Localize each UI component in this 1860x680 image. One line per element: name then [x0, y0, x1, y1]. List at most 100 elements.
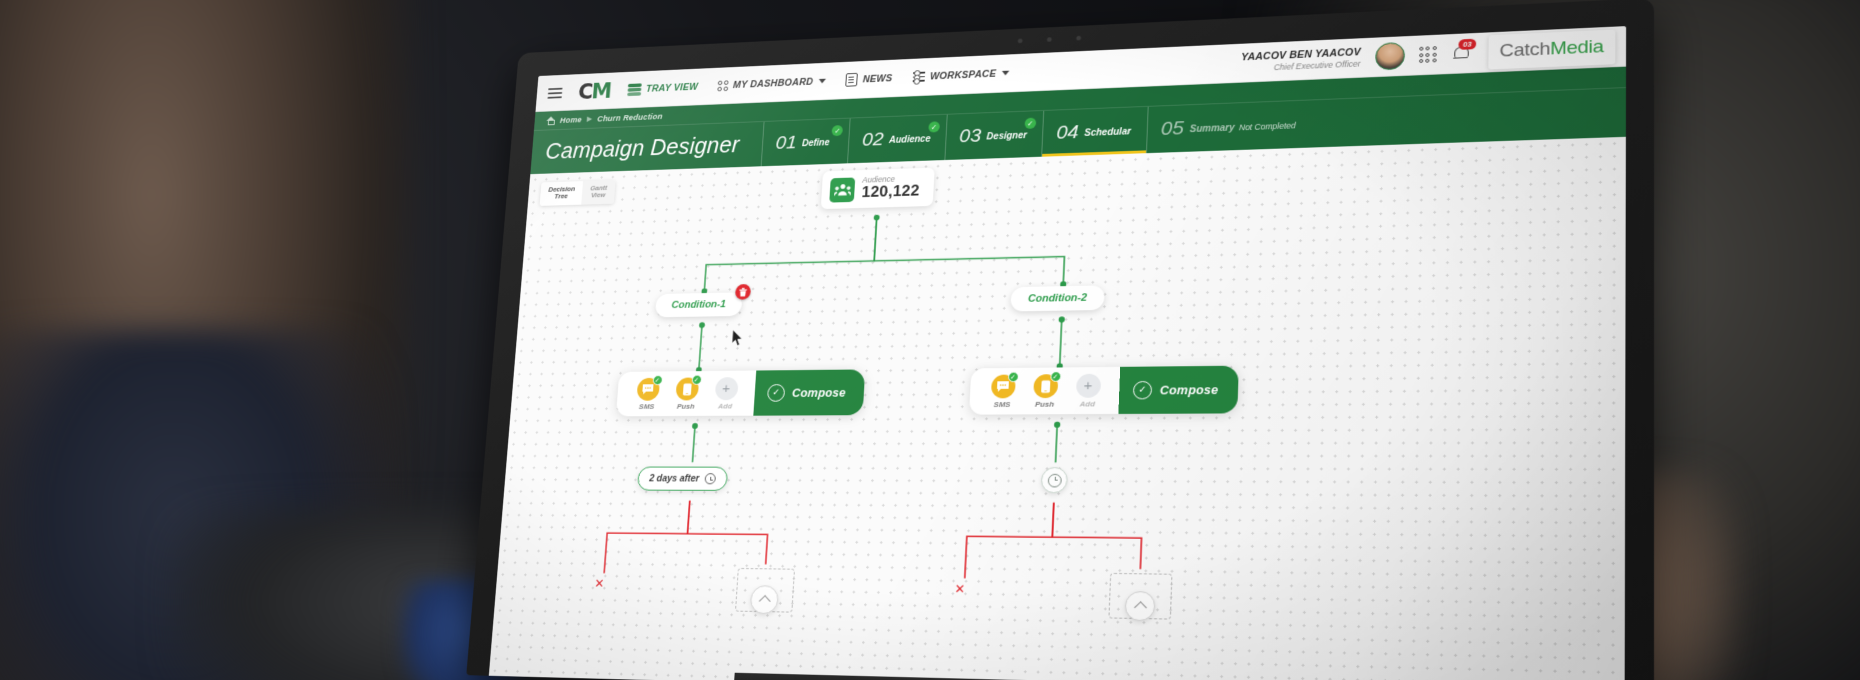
wire-channels1-to-delay	[692, 426, 695, 462]
audience-group-icon	[829, 177, 856, 203]
news-doc-icon	[845, 72, 858, 87]
delete-condition-icon[interactable]	[734, 284, 752, 300]
step-complete-check-icon: ✓	[831, 125, 844, 137]
delay-node-1[interactable]: 2 days after	[636, 466, 728, 491]
wire-dot	[1058, 316, 1065, 323]
sms-chat-icon: ✓	[635, 375, 663, 401]
user-profile[interactable]: YAACOV BEN YAACOV Chief Executive Office…	[1241, 46, 1361, 73]
step-text: Audience	[889, 130, 931, 148]
step-text: Schedular	[1084, 122, 1131, 141]
mouse-pointer-cursor	[731, 329, 745, 347]
compose-button-2[interactable]: ✓ Compose	[1118, 365, 1240, 414]
compose-button-1[interactable]: ✓ Compose	[753, 369, 866, 416]
hamburger-menu-icon[interactable]	[545, 84, 566, 102]
sms-chat-icon: ✓	[990, 371, 1019, 399]
condition-node-1[interactable]: Condition-1	[654, 292, 743, 318]
step-schedular[interactable]: 04 Schedular	[1041, 106, 1148, 157]
branch-x-icon: ✕	[954, 582, 966, 598]
wire-dot	[1053, 421, 1061, 428]
decision-tree-canvas[interactable]: Decision Tree Gantt View Audience 120,12…	[488, 136, 1626, 680]
channel-chip-add[interactable]: + Add	[707, 377, 745, 410]
page-title: Campaign Designer	[544, 132, 741, 164]
laptop-screen: CM TRAY VIEW MY DASHBOARD NEWS WORKSPACE	[488, 26, 1627, 680]
logo-letter-m: M	[590, 78, 612, 104]
chip-check-icon: ✓	[1049, 371, 1061, 382]
toggle-line-2: Tree	[554, 192, 569, 201]
chip-check-icon: ✓	[652, 375, 663, 386]
view-toggle-gantt-view[interactable]: Gantt View	[581, 179, 616, 205]
condition-node-2-wrapper: Condition-2	[1010, 285, 1105, 312]
channel-chip-push[interactable]: ✓ Push	[1025, 371, 1065, 409]
channel-chip-add[interactable]: + Add	[1068, 373, 1109, 409]
logo-text-media: Media	[1550, 36, 1604, 59]
step-complete-check-icon: ✓	[1024, 117, 1037, 129]
channel-chip-sms[interactable]: ✓ SMS	[629, 375, 667, 411]
nav-item-workspace[interactable]: WORKSPACE	[908, 65, 1013, 86]
channel-chip-sms[interactable]: ✓ SMS	[983, 371, 1023, 409]
clock-icon	[1047, 473, 1062, 487]
step-summary[interactable]: 05 Summary Not Completed	[1145, 100, 1313, 154]
step-sublabel: Not Completed	[1238, 120, 1296, 133]
catchmedia-cm-logo[interactable]: CM	[576, 78, 613, 104]
channel-group-1: ✓ SMS ✓ Push + Add ✓ Compose	[615, 369, 866, 417]
nav-item-news[interactable]: NEWS	[841, 68, 896, 89]
logo-text-catch: Catch	[1499, 38, 1551, 61]
delay-node-2[interactable]	[1040, 467, 1069, 494]
nav-item-my-dashboard[interactable]: MY DASHBOARD	[713, 73, 830, 94]
wire-delay2-positive	[1051, 503, 1143, 569]
step-number: 02	[861, 128, 885, 151]
plus-icon: +	[1075, 373, 1101, 398]
clock-icon	[704, 473, 716, 485]
nav-item-tray-view[interactable]: TRAY VIEW	[623, 78, 702, 99]
condition-node-2[interactable]: Condition-2	[1010, 285, 1105, 312]
branch-negative-2: ✕	[954, 581, 965, 599]
step-define[interactable]: 01 Define ✓	[761, 118, 851, 167]
audience-node[interactable]: Audience 120,122	[820, 167, 935, 210]
breadcrumb-home[interactable]: Home	[560, 115, 583, 125]
wire-dot	[873, 214, 880, 221]
channel-chips-1: ✓ SMS ✓ Push + Add	[615, 370, 757, 417]
channel-chips-2: ✓ SMS ✓ Push + Add	[969, 366, 1121, 415]
compose-label: Compose	[791, 385, 847, 400]
compose-label: Compose	[1159, 382, 1219, 397]
push-phone-icon: ✓	[1032, 371, 1061, 399]
camera-sensor	[1076, 35, 1082, 41]
chevron-down-icon	[1001, 70, 1010, 76]
channel-chip-label: Add	[1079, 399, 1096, 409]
audience-count: 120,122	[861, 182, 920, 202]
catchmedia-logo: CatchMedia	[1487, 28, 1616, 70]
channel-chip-label: SMS	[638, 402, 655, 411]
camera-lens	[1046, 37, 1052, 42]
branch-x-icon: ✕	[593, 577, 605, 592]
wire-condition2-to-channels	[1060, 320, 1062, 367]
wire-dot	[698, 322, 706, 329]
channel-chip-push[interactable]: ✓ Push	[668, 374, 706, 411]
channel-chip-label: Push	[676, 402, 695, 411]
breadcrumb-current[interactable]: Churn Reduction	[597, 112, 663, 123]
hamburger-line	[547, 91, 563, 94]
condition-node-1-wrapper: Condition-1	[654, 284, 752, 318]
step-label: Schedular	[1084, 126, 1132, 139]
laptop-device: CM TRAY VIEW MY DASHBOARD NEWS WORKSPACE	[466, 0, 1655, 680]
apps-grid-icon[interactable]	[1418, 46, 1437, 63]
nav-label-news: NEWS	[862, 72, 893, 85]
step-number: 05	[1160, 117, 1185, 140]
delay-label: 2 days after	[648, 473, 700, 484]
wire-dot	[691, 423, 699, 429]
home-icon[interactable]	[546, 116, 555, 124]
hamburger-line	[548, 87, 563, 90]
dashboard-grid-icon	[717, 79, 729, 91]
step-designer[interactable]: 03 Designer ✓	[944, 110, 1044, 161]
view-toggle-decision-tree[interactable]: Decision Tree	[539, 181, 584, 206]
push-phone-icon: ✓	[674, 374, 702, 401]
wire-delay1-positive	[685, 501, 769, 565]
step-number: 04	[1055, 121, 1080, 144]
avatar[interactable]	[1374, 41, 1405, 71]
channel-chip-label: SMS	[993, 400, 1011, 409]
compose-check-icon: ✓	[1132, 380, 1153, 400]
wire-delay1-negative	[604, 500, 690, 574]
step-audience[interactable]: 02 Audience ✓	[847, 114, 947, 164]
notifications-bell[interactable]: 03	[1451, 38, 1476, 63]
toggle-line-2: View	[590, 191, 606, 200]
